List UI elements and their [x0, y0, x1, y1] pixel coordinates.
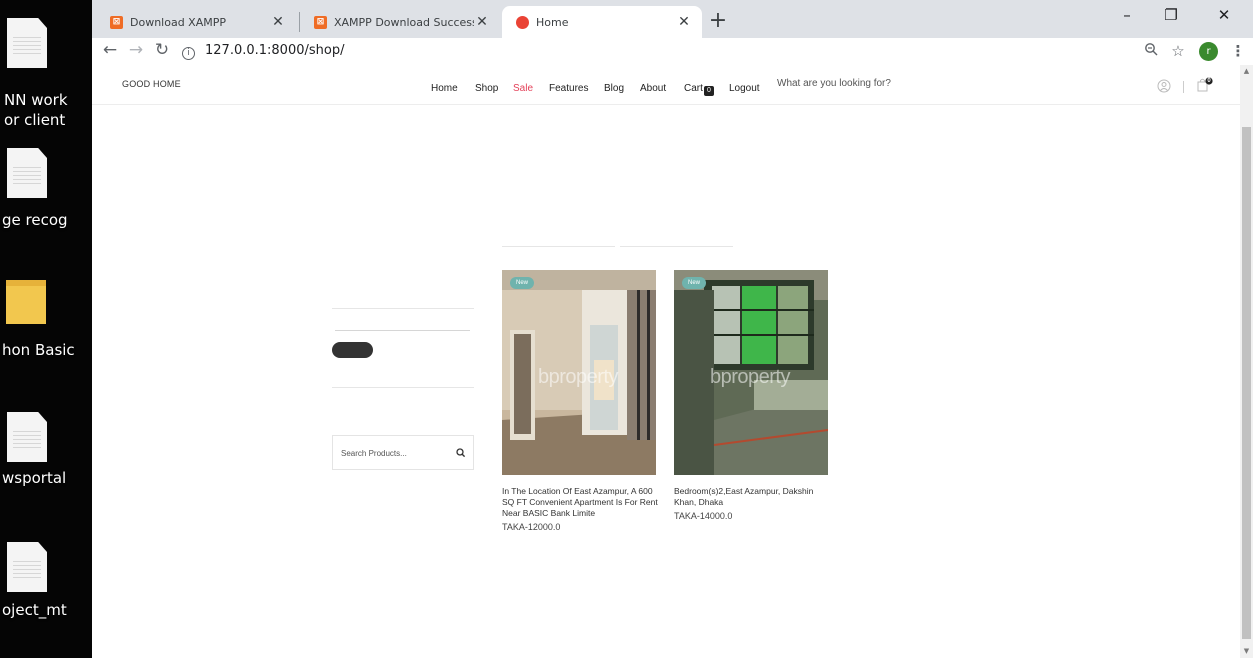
nav-cart[interactable]: Cart 0 — [684, 83, 714, 96]
nav-cart-label: Cart — [684, 83, 703, 94]
scroll-down-arrow-icon[interactable]: ▼ — [1240, 645, 1253, 658]
divider-line — [502, 246, 615, 247]
file-icon — [7, 18, 47, 68]
desktop-item-label: hon Basic — [2, 341, 75, 359]
browser-toolbar: ← → ↻ i 127.0.0.1:8000/shop/ ☆ r ⋮ — [92, 38, 1253, 65]
search-icon[interactable] — [455, 446, 467, 458]
tab-home[interactable]: Home ✕ — [502, 6, 702, 38]
tab-title: Home — [536, 15, 569, 29]
bag-count-badge: 0 — [1207, 78, 1211, 84]
page-scrollbar[interactable]: ▲ ▼ — [1240, 65, 1253, 658]
close-window-button[interactable]: ✕ — [1202, 0, 1246, 32]
header-divider — [1183, 81, 1184, 93]
sidebar-search-box — [332, 435, 474, 470]
desktop-item-newsportal[interactable]: wsportal — [0, 410, 92, 500]
red-dot-icon — [516, 15, 529, 29]
xampp-icon: ⊠ — [110, 15, 123, 29]
product-image[interactable]: New bproperty — [502, 270, 656, 475]
xampp-icon: ⊠ — [314, 15, 327, 29]
desktop-background: NN work or client ge recog hon Basic wsp… — [0, 0, 92, 658]
header-search-input[interactable]: What are you looking for? — [777, 78, 891, 89]
divider-line — [332, 308, 474, 309]
product-title[interactable]: In The Location Of East Azampur, A 600 S… — [502, 486, 660, 519]
tab-title: Download XAMPP — [130, 15, 226, 29]
close-icon[interactable]: ✕ — [270, 14, 286, 30]
product-card[interactable]: New bproperty Bedroom(s)2,East Azampur, … — [674, 270, 828, 521]
scrollbar-thumb[interactable] — [1242, 127, 1251, 639]
close-icon[interactable]: ✕ — [676, 14, 692, 30]
product-image[interactable]: New bproperty — [674, 270, 828, 475]
desktop-item-label: ge recog — [2, 211, 68, 229]
desktop-item-label: wsportal — [2, 469, 67, 487]
product-card[interactable]: New bproperty In The Location Of East Az… — [502, 270, 658, 532]
page-viewport: GOOD HOME Home Shop Sale Features Blog A… — [92, 65, 1253, 658]
desktop-item-python-basic[interactable]: hon Basic — [0, 280, 92, 370]
divider-line — [335, 330, 470, 331]
file-icon — [7, 412, 47, 462]
minimize-button[interactable]: – — [1105, 0, 1149, 32]
folder-icon — [6, 280, 46, 324]
desktop-item-label: oject_mt — [2, 601, 67, 619]
nav-shop[interactable]: Shop — [475, 83, 498, 94]
desktop-item-image-recog[interactable]: ge recog — [0, 146, 92, 236]
address-bar[interactable]: i 127.0.0.1:8000/shop/ — [182, 39, 1142, 63]
desktop-item-project-mt[interactable]: oject_mt — [0, 540, 92, 630]
site-header: GOOD HOME Home Shop Sale Features Blog A… — [92, 65, 1240, 105]
price-filter-button[interactable] — [332, 342, 373, 358]
tab-title: XAMPP Download Success — [334, 15, 474, 29]
file-icon — [7, 148, 47, 198]
tab-xampp-download-success[interactable]: ⊠ XAMPP Download Success ✕ — [300, 6, 500, 38]
product-search-input[interactable] — [341, 445, 441, 461]
cart-count-badge: 0 — [703, 86, 714, 96]
browser-window: ⊠ Download XAMPP ✕ ⊠ XAMPP Download Succ… — [92, 0, 1253, 658]
watermark-text: bproperty — [538, 366, 619, 388]
profile-avatar[interactable]: r — [1199, 42, 1218, 61]
new-badge: New — [682, 277, 707, 289]
product-price: TAKA-14000.0 — [674, 511, 733, 521]
shopping-bag-icon[interactable]: 0 — [1196, 77, 1214, 92]
reload-icon[interactable]: ↻ — [150, 39, 174, 63]
nav-features[interactable]: Features — [549, 83, 588, 94]
nav-logout[interactable]: Logout — [729, 83, 760, 94]
divider-line — [332, 387, 474, 388]
new-tab-button[interactable]: + — [704, 8, 732, 36]
info-icon[interactable]: i — [182, 47, 195, 60]
maximize-button[interactable]: ❐ — [1149, 0, 1193, 32]
nav-about[interactable]: About — [640, 83, 666, 94]
divider-line — [620, 246, 733, 247]
nav-sale[interactable]: Sale — [513, 83, 533, 94]
bookmark-star-icon[interactable]: ☆ — [1166, 39, 1190, 63]
user-account-icon[interactable] — [1157, 79, 1171, 93]
tab-download-xampp[interactable]: ⊠ Download XAMPP ✕ — [96, 6, 296, 38]
site-logo[interactable]: GOOD HOME — [122, 79, 181, 89]
scroll-up-arrow-icon[interactable]: ▲ — [1240, 65, 1253, 78]
desktop-item-nn-work[interactable]: NN work or client — [0, 14, 92, 129]
product-title[interactable]: Bedroom(s)2,East Azampur, Dakshin Khan, … — [674, 486, 832, 508]
forward-arrow-icon[interactable]: → — [124, 39, 148, 63]
nav-home[interactable]: Home — [431, 83, 458, 94]
url-text: 127.0.0.1:8000/shop/ — [205, 43, 345, 58]
desktop-item-label: NN work or client — [4, 91, 68, 129]
watermark-text: bproperty — [710, 366, 791, 388]
close-icon[interactable]: ✕ — [474, 14, 490, 30]
tab-strip: ⊠ Download XAMPP ✕ ⊠ XAMPP Download Succ… — [92, 0, 1253, 38]
nav-blog[interactable]: Blog — [604, 83, 624, 94]
back-arrow-icon[interactable]: ← — [98, 39, 122, 63]
menu-dots-icon[interactable]: ⋮ — [1226, 39, 1250, 63]
product-price: TAKA-12000.0 — [502, 522, 561, 532]
file-icon — [7, 542, 47, 592]
new-badge: New — [510, 277, 535, 289]
zoom-icon[interactable] — [1139, 39, 1163, 63]
